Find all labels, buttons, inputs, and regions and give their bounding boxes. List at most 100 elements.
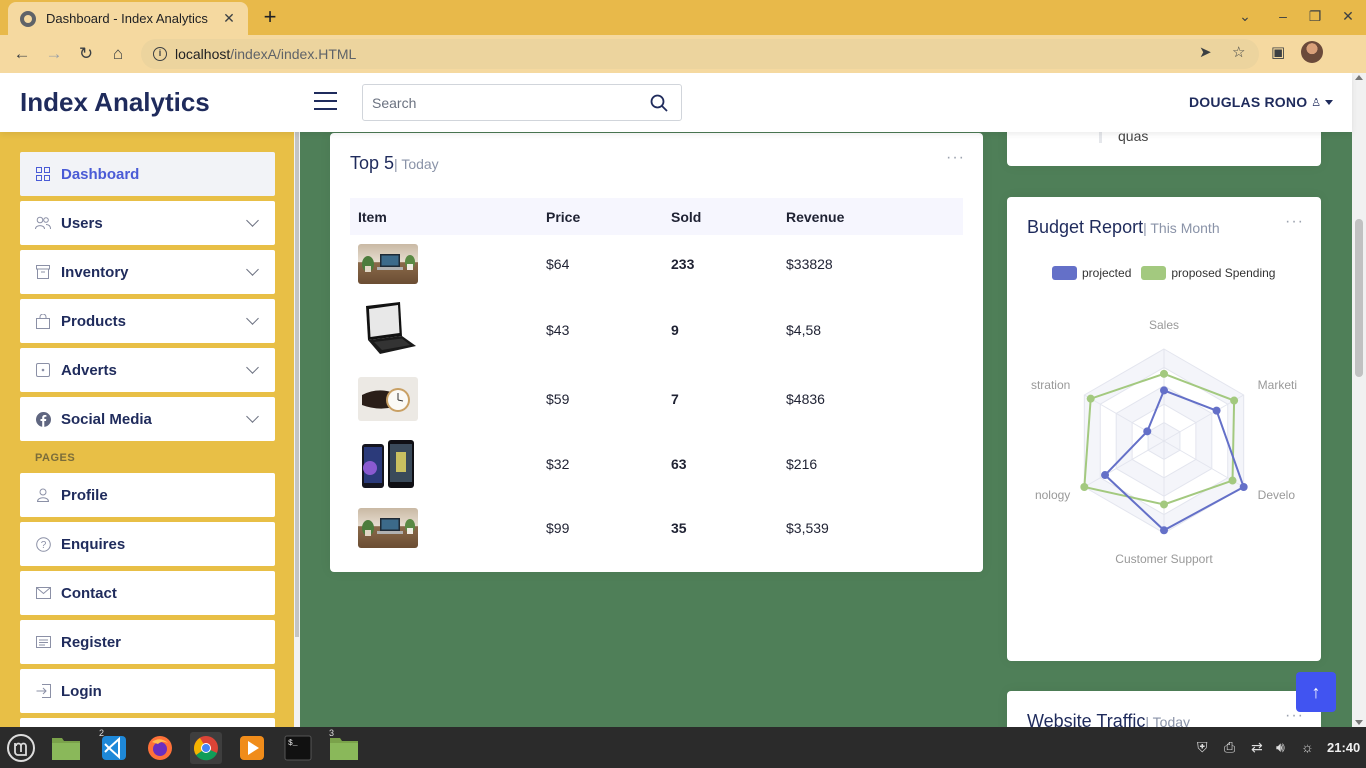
reload-icon[interactable]: ↻ [75,43,97,65]
user-menu[interactable]: DOUGLAS RONO ♙ [1189,94,1334,110]
website-traffic-card: Website Traffic| Today ··· [1007,691,1321,727]
back-arrow-icon[interactable]: ← [11,43,33,65]
close-window-icon[interactable]: ✕ [1338,8,1358,25]
sold-cell: 7 [671,390,679,407]
sidebar-item-adverts[interactable]: Adverts [20,348,275,392]
product-image-watch[interactable] [358,376,418,421]
legend-label: projected [1082,266,1132,280]
sidebar-item-social-media[interactable]: Social Media [20,397,275,441]
address-bar[interactable]: i localhost/indexA/index.HTML [141,39,1259,69]
column-header[interactable]: Item [350,198,538,235]
radar-axis-label: Sales [1149,318,1179,332]
sidebar-item-enquires[interactable]: ? Enquires [20,522,275,566]
firefox-icon[interactable] [144,732,176,764]
tab-close-icon[interactable]: ✕ [220,10,238,27]
legend-swatch [1141,266,1167,280]
browser-tab[interactable]: Dashboard - Index Analytics ✕ [8,2,248,35]
app-logo[interactable]: Index Analytics [20,87,210,118]
maximize-window-icon[interactable]: ❐ [1305,8,1325,25]
price-cell: $32 [546,456,570,472]
table-header-row: Item Price Sold Revenue [350,198,963,235]
radar-point [1143,427,1152,436]
legend-item-projected[interactable]: projected [1052,266,1131,280]
page-scrollbar[interactable] [1352,73,1366,727]
product-image-smartphones[interactable] [358,438,418,490]
menu-toggle-icon[interactable] [314,92,337,111]
mint-menu-icon[interactable] [5,732,37,764]
radar-chart: Sales Marketi Develo Customer Support nology… [1031,318,1297,566]
sidebar-item-profile[interactable]: Profile [20,473,275,517]
radar-axis-label: Customer Support [1115,552,1213,566]
search-input[interactable] [363,85,643,120]
card-subtitle: | Today [1145,714,1191,727]
minimize-window-icon[interactable]: – [1273,8,1293,24]
bookmark-star-icon[interactable]: ☆ [1232,43,1245,61]
budget-report-card: Budget Report| This Month ··· projected … [1007,197,1321,661]
scroll-down-arrow-icon[interactable] [1355,720,1363,725]
sidebar-item-login[interactable]: Login [20,669,275,713]
vscode-window-count: 2 [99,728,105,738]
sidebar-item-label: Contact [61,584,117,602]
sidebar-item-inventory[interactable]: Inventory [20,250,275,294]
back-to-top-button[interactable]: ↑ [1296,672,1336,712]
revenue-cell: $216 [786,456,818,472]
search-icon[interactable] [650,94,668,112]
square-dot-icon [35,362,51,378]
column-header[interactable]: Sold [663,198,778,235]
card-subtitle: | Today [394,156,439,172]
radar-point [1160,369,1168,378]
send-icon[interactable]: ➤ [1199,43,1212,61]
files-folder-icon[interactable] [50,732,82,764]
side-panel-icon[interactable]: ▣ [1271,43,1285,61]
product-image-laptop[interactable] [358,299,418,360]
brightness-icon[interactable]: ☼ [1301,739,1314,755]
sidebar-item-label: Social Media [61,410,152,428]
volume-icon[interactable]: 🔊︎ [1276,739,1285,756]
column-header[interactable]: Price [538,198,663,235]
legend-item-proposed-spending[interactable]: proposed Spending [1141,266,1275,280]
radar-point [1239,483,1248,491]
scroll-thumb[interactable] [1355,219,1363,377]
tab-search-chevron-icon[interactable]: ⌄ [1235,8,1255,25]
product-image-desk-laptop[interactable] [358,244,418,284]
site-info-icon[interactable]: i [153,47,167,61]
person-icon [35,487,51,503]
chevron-down-icon [246,410,259,423]
price-cell: $64 [546,256,570,272]
sidebar-item-users[interactable]: Users [20,201,275,245]
sidebar-item-contact[interactable]: Contact [20,571,275,615]
chrome-icon[interactable] [190,732,222,764]
revenue-cell: $33828 [786,256,833,272]
product-image-desk-laptop[interactable] [358,508,418,548]
user-name: DOUGLAS RONO [1189,94,1308,110]
browser-profile-avatar[interactable] [1301,41,1323,63]
chevron-down-icon [246,214,259,227]
forward-arrow-icon[interactable]: → [43,43,65,65]
printer-icon[interactable]: ⎙ [1224,739,1235,756]
sidebar-scrollbar[interactable] [294,132,300,727]
sidebar-item-register[interactable]: Register [20,620,275,664]
more-options-icon[interactable]: ··· [1285,213,1304,231]
new-tab-button[interactable]: + [258,6,282,28]
table-row: $99 35 $3,539 [350,497,963,559]
more-options-icon[interactable]: ··· [946,149,965,167]
sold-cell: 233 [671,256,695,272]
scroll-up-arrow-icon[interactable] [1355,75,1363,80]
sidebar-item-dashboard[interactable]: Dashboard [20,152,275,196]
os-taskbar: 2 $_ 3 ⛨ ⎙ ⇄ 🔊︎ ☼ 21:40 [0,727,1366,768]
card-list-icon [35,634,51,650]
network-icon[interactable]: ⇄ [1251,739,1263,756]
home-icon[interactable]: ⌂ [107,43,129,65]
terminal-icon[interactable]: $_ [282,732,314,764]
sidebar-item-partial[interactable] [20,718,275,727]
shield-icon[interactable]: ⛨ [1197,739,1208,756]
radar-point [1080,483,1089,491]
media-player-icon[interactable] [236,732,268,764]
radar-point [1101,471,1110,480]
card-title: Budget Report [1027,217,1144,237]
sidebar-item-products[interactable]: Products [20,299,275,343]
column-header[interactable]: Revenue [778,198,963,235]
card-title: Top 5 [350,153,395,173]
caret-down-icon [1325,99,1334,105]
legend-swatch [1052,266,1077,280]
